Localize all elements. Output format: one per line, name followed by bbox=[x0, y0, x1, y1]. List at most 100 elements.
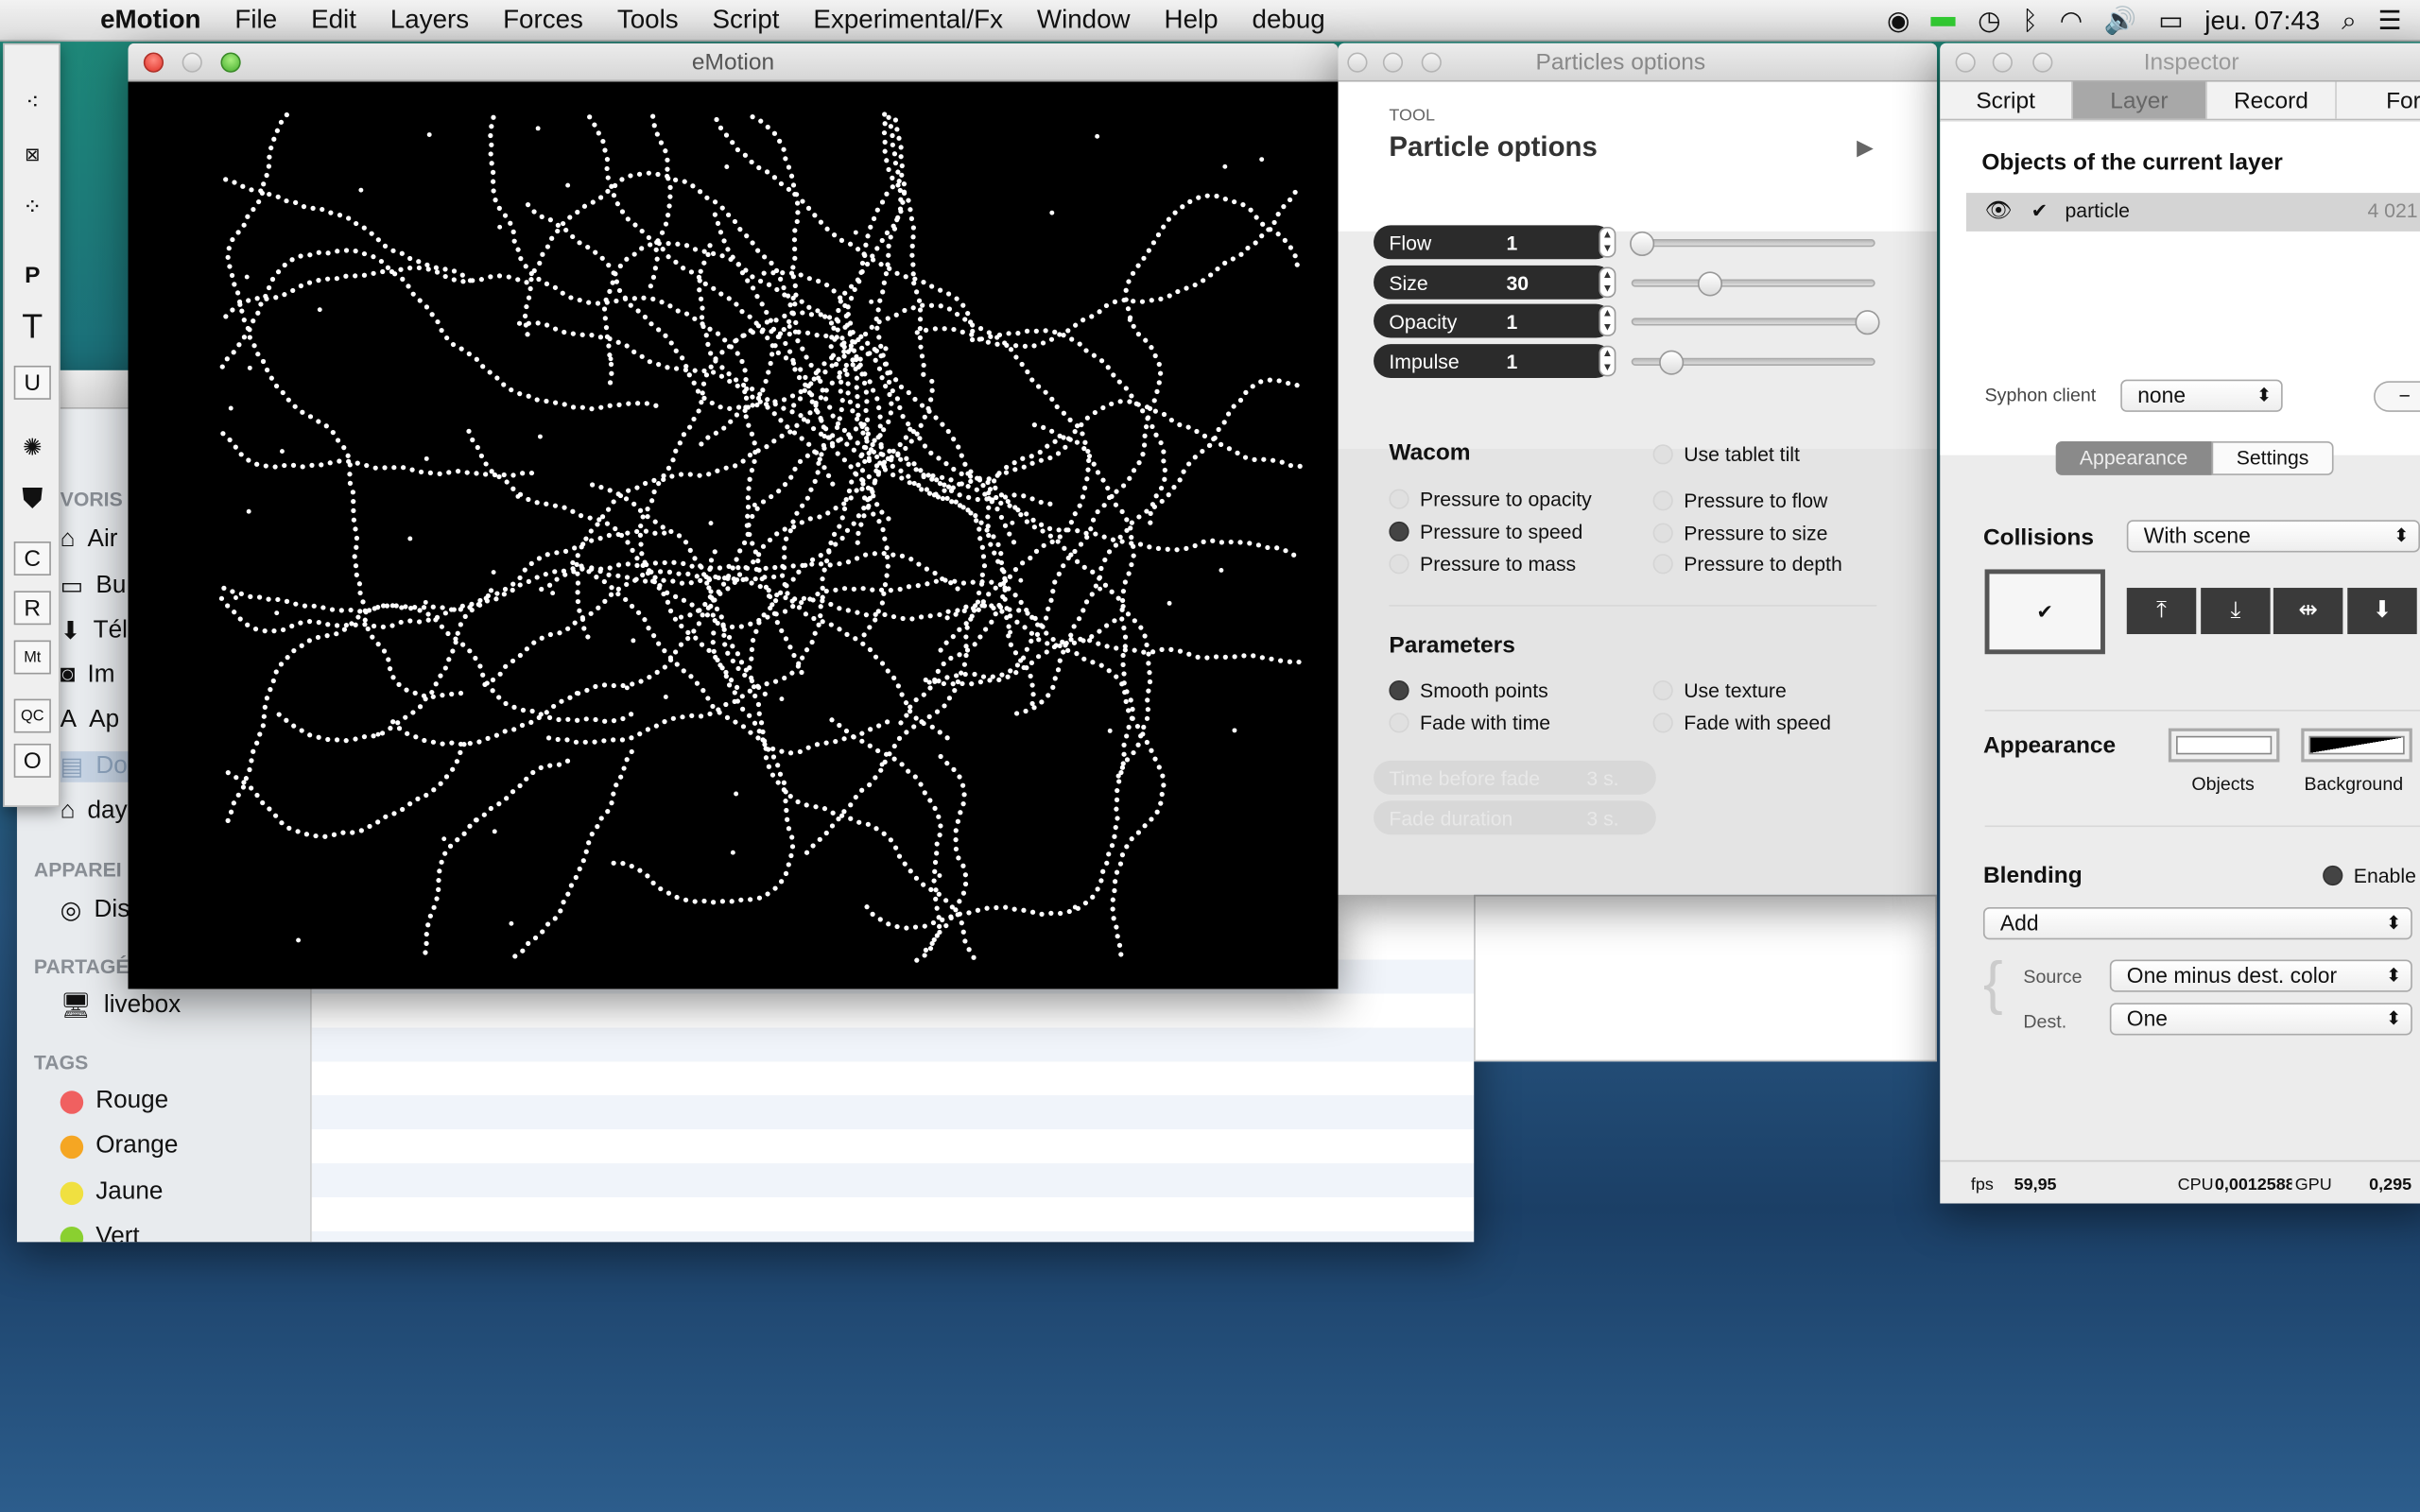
sidebar-item[interactable]: A Ap bbox=[60, 707, 119, 734]
menu-help[interactable]: Help bbox=[1148, 5, 1236, 36]
battery-icon[interactable]: ▭ bbox=[2158, 6, 2183, 37]
dest-select[interactable]: One bbox=[2109, 1003, 2412, 1036]
tab-layer[interactable]: Layer bbox=[2072, 81, 2207, 119]
field-impulse[interactable]: Impulse 1 ▲ ▼ bbox=[1374, 344, 1616, 378]
collide-down-icon[interactable]: ⬇ bbox=[2347, 588, 2417, 635]
boxes-tool-icon[interactable]: ⊠ bbox=[14, 137, 51, 171]
zoom-button[interactable] bbox=[2032, 52, 2053, 73]
checkbox-pressure-size[interactable]: Pressure to size bbox=[1652, 522, 1827, 544]
menu-script[interactable]: Script bbox=[696, 5, 797, 36]
stepper-icon[interactable]: ▲ ▼ bbox=[1599, 266, 1616, 299]
zoom-button[interactable] bbox=[220, 52, 241, 73]
checkbox-use-tablet-tilt[interactable]: Use tablet tilt bbox=[1652, 443, 1800, 466]
slider-impulse[interactable] bbox=[1631, 350, 1876, 375]
minimize-button[interactable] bbox=[1382, 52, 1404, 73]
sidebar-item[interactable]: ⬇ Tél bbox=[60, 615, 128, 646]
particles-titlebar[interactable]: Particles options bbox=[1338, 43, 1937, 82]
minimize-button[interactable] bbox=[182, 52, 202, 73]
field-value[interactable]: 1 bbox=[1506, 351, 1517, 373]
search-icon[interactable]: ⌕ bbox=[2342, 6, 2357, 37]
sidebar-item[interactable]: ⌂ day bbox=[60, 798, 128, 825]
stepper-icon[interactable]: ▲ ▼ bbox=[1599, 345, 1616, 377]
clock[interactable]: jeu. 07:43 bbox=[2204, 6, 2320, 37]
p-tool[interactable]: P bbox=[14, 258, 51, 292]
slider-knob[interactable] bbox=[1630, 231, 1655, 257]
list-icon[interactable]: ☰ bbox=[2378, 6, 2402, 37]
volume-icon[interactable]: 🔊 bbox=[2104, 6, 2137, 37]
blending-enable-checkbox[interactable]: Enable bbox=[2323, 864, 2416, 887]
field-opacity[interactable]: Opacity 1 ▲ ▼ bbox=[1374, 303, 1616, 338]
particles-tool-icon[interactable]: ⁖ bbox=[14, 85, 51, 119]
tag-item[interactable]: Orange bbox=[60, 1132, 178, 1160]
grid-dots-tool-icon[interactable]: ⁘ bbox=[14, 190, 51, 224]
menu-edit[interactable]: Edit bbox=[294, 5, 373, 36]
o-tool[interactable]: O bbox=[13, 743, 51, 778]
slider-size[interactable] bbox=[1631, 271, 1876, 297]
checkbox-use-texture[interactable]: Use texture bbox=[1652, 679, 1787, 702]
close-button[interactable] bbox=[1347, 52, 1368, 73]
collide-bottom-icon[interactable]: ⤓ bbox=[2201, 588, 2271, 635]
collide-top-icon[interactable]: ⤒ bbox=[2126, 588, 2197, 635]
tag-item[interactable]: Rouge bbox=[60, 1088, 168, 1115]
checkbox-pressure-mass[interactable]: Pressure to mass bbox=[1389, 552, 1576, 576]
checkbox-fade-speed[interactable]: Fade with speed bbox=[1652, 712, 1831, 734]
checkbox-fade-time[interactable]: Fade with time bbox=[1389, 712, 1550, 734]
stepper-icon[interactable]: ▲ ▼ bbox=[1599, 305, 1616, 336]
subtab-appearance[interactable]: Appearance bbox=[2055, 440, 2212, 475]
inspector-titlebar[interactable]: Inspector bbox=[1940, 43, 2420, 82]
qc-tool[interactable]: QC bbox=[13, 698, 51, 733]
menu-forces[interactable]: Forces bbox=[486, 5, 600, 36]
subtab-settings[interactable]: Settings bbox=[2211, 440, 2334, 475]
collisions-select[interactable]: With scene bbox=[2126, 520, 2420, 553]
battery-green-icon[interactable] bbox=[1931, 16, 1957, 26]
tab-record[interactable]: Record bbox=[2207, 81, 2337, 119]
slider-opacity[interactable] bbox=[1631, 310, 1880, 335]
sidebar-item[interactable]: 🖥 livebox bbox=[60, 990, 182, 1022]
collision-checkbox[interactable]: ✔ bbox=[1984, 569, 2105, 655]
checkbox-pressure-speed[interactable]: Pressure to speed bbox=[1389, 520, 1582, 543]
menu-tools[interactable]: Tools bbox=[600, 5, 696, 36]
eye-icon[interactable]: 👁 bbox=[1985, 198, 2013, 224]
tag-item[interactable]: Jaune bbox=[60, 1178, 163, 1206]
tab-forces[interactable]: Forc bbox=[2337, 82, 2420, 119]
object-row[interactable]: 👁 ✔ particle 4 021 bbox=[1965, 193, 2420, 232]
close-button[interactable] bbox=[1955, 52, 1976, 73]
sidebar-item[interactable]: ▭ Bu bbox=[60, 571, 127, 602]
objects-color-well[interactable] bbox=[2168, 728, 2280, 763]
tab-script[interactable]: Script bbox=[1940, 81, 2073, 119]
background-color-well[interactable] bbox=[2301, 728, 2412, 763]
time-machine-icon[interactable]: ◷ bbox=[1978, 6, 2000, 37]
check-icon[interactable]: ✔ bbox=[2031, 199, 2048, 224]
t-tool[interactable]: T bbox=[14, 307, 51, 346]
zoom-button[interactable] bbox=[1421, 52, 1442, 73]
slider-knob[interactable] bbox=[1659, 350, 1685, 375]
field-value[interactable]: 1 bbox=[1506, 310, 1517, 333]
minimize-button[interactable] bbox=[1992, 52, 2013, 73]
menu-debug[interactable]: debug bbox=[1236, 5, 1342, 36]
menu-layers[interactable]: Layers bbox=[373, 5, 486, 36]
checkbox-pressure-depth[interactable]: Pressure to depth bbox=[1652, 552, 1842, 576]
checkbox-pressure-opacity[interactable]: Pressure to opacity bbox=[1389, 488, 1592, 510]
slider-knob[interactable] bbox=[1697, 271, 1722, 297]
sidebar-item[interactable]: ◙ Im bbox=[60, 662, 115, 689]
close-button[interactable] bbox=[143, 52, 164, 73]
slider-flow[interactable] bbox=[1630, 231, 1876, 257]
menu-file[interactable]: File bbox=[217, 5, 294, 36]
menu-experimental[interactable]: Experimental/Fx bbox=[796, 5, 1019, 36]
source-select[interactable]: One minus dest. color bbox=[2109, 959, 2412, 992]
u-tool[interactable]: U bbox=[13, 365, 51, 400]
wifi-icon[interactable]: ◠ bbox=[2060, 6, 2083, 37]
field-flow[interactable]: Flow 1 ▲ ▼ bbox=[1374, 225, 1616, 260]
c-tool[interactable]: C bbox=[13, 541, 51, 576]
shield-tool-icon[interactable]: ⛊ bbox=[14, 481, 51, 515]
expand-arrow-icon[interactable]: ▶ bbox=[1857, 134, 1874, 161]
particle-canvas[interactable] bbox=[128, 81, 1339, 989]
field-value[interactable]: 30 bbox=[1506, 271, 1529, 294]
checkbox-pressure-flow[interactable]: Pressure to flow bbox=[1652, 490, 1827, 512]
collide-sides-icon[interactable]: ⇹ bbox=[2273, 588, 2343, 635]
emotion-titlebar[interactable]: eMotion bbox=[128, 43, 1339, 82]
force-tool-icon[interactable]: ✺ bbox=[14, 431, 51, 465]
checkbox-smooth-points[interactable]: Smooth points bbox=[1389, 679, 1548, 702]
minus-button[interactable]: − bbox=[2374, 381, 2420, 412]
syphon-select[interactable]: none bbox=[2120, 379, 2283, 412]
